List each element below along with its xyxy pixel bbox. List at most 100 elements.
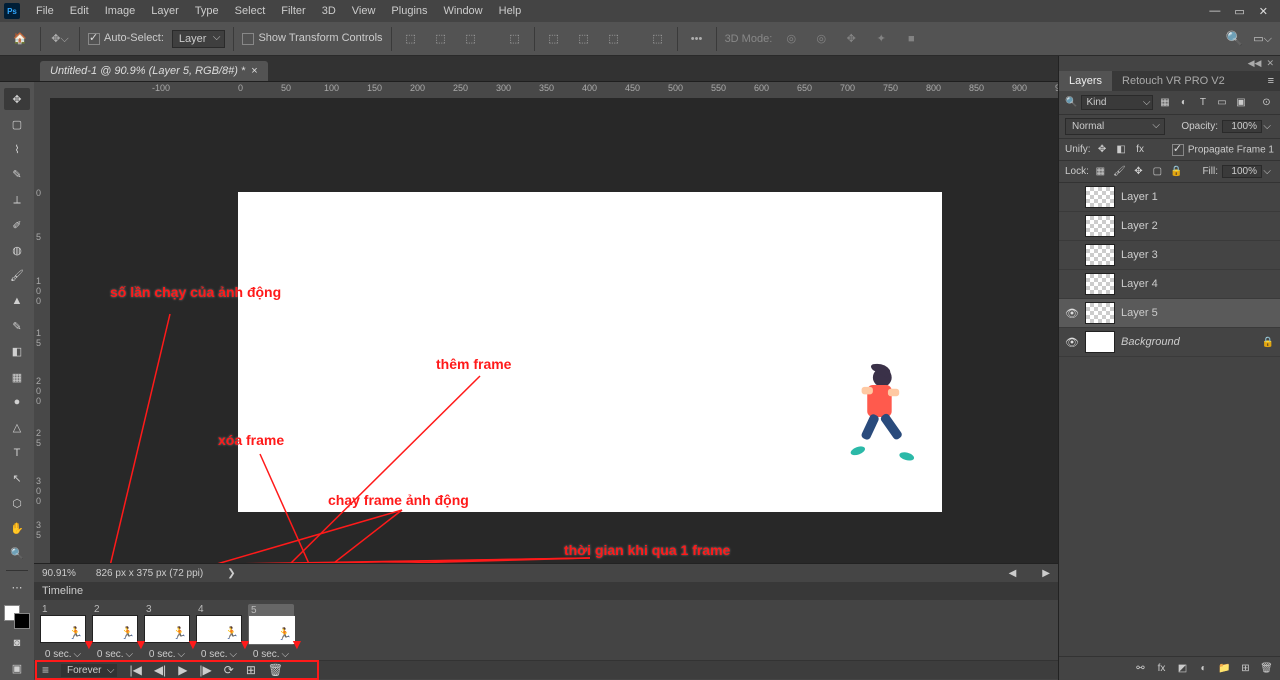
layer-thumb[interactable] <box>1085 302 1115 324</box>
dodge-tool[interactable]: ● <box>4 391 30 413</box>
timeline-frame[interactable]: 5🏃 <box>248 604 294 645</box>
align-right-icon[interactable]: ⬚ <box>460 28 482 50</box>
lock-image-icon[interactable]: 🖌 <box>1112 164 1127 179</box>
next-frame-button[interactable]: |▶ <box>199 663 211 677</box>
scroll-right-icon[interactable]: ▶ <box>1042 568 1050 579</box>
quick-select-tool[interactable]: ✎ <box>4 164 30 186</box>
marquee-tool[interactable]: ▢ <box>4 113 30 135</box>
crop-tool[interactable]: ⟂ <box>4 189 30 211</box>
workspace-switcher-icon[interactable]: ▭⌵ <box>1253 32 1272 46</box>
screen-mode-icon[interactable]: ▣ <box>4 658 30 680</box>
close-tab-icon[interactable]: × <box>251 65 257 77</box>
shape-tool[interactable]: ⬡ <box>4 492 30 514</box>
layer-row[interactable]: 👁 Layer 5 <box>1059 299 1280 328</box>
move-tool-icon[interactable]: ✥⌵ <box>49 28 71 50</box>
distribute-spacing-icon[interactable]: ⬚ <box>603 28 625 50</box>
collapse-panels-icon[interactable]: ◀◀ <box>1248 58 1262 68</box>
canvas-viewport[interactable]: số lần chạy của ảnh động xóa frame thêm … <box>50 98 1058 563</box>
filter-shape-icon[interactable]: ▭ <box>1214 95 1229 110</box>
layer-row[interactable]: Layer 1 <box>1059 183 1280 212</box>
timeline-frame[interactable]: 1🏃 <box>40 604 86 645</box>
distribute-v-icon[interactable]: ⬚ <box>543 28 565 50</box>
layer-thumb[interactable] <box>1085 273 1115 295</box>
link-layers-icon[interactable]: ⚯ <box>1133 661 1148 676</box>
layer-fx-icon[interactable]: fx <box>1154 661 1169 676</box>
layer-thumb[interactable] <box>1085 244 1115 266</box>
retouch-tab[interactable]: Retouch VR PRO V2 <box>1112 71 1235 91</box>
brush-tool[interactable]: 🖌 <box>4 265 30 287</box>
menu-edit[interactable]: Edit <box>62 2 97 20</box>
minimize-button[interactable]: — <box>1209 5 1220 18</box>
align-top-icon[interactable]: ⬚ <box>504 28 526 50</box>
pen-tool[interactable]: △ <box>4 416 30 438</box>
layer-group-icon[interactable]: 📁 <box>1217 661 1232 676</box>
ruler-horizontal[interactable]: -100050100150200250300350400450500550600… <box>34 82 1058 98</box>
menu-help[interactable]: Help <box>491 2 530 20</box>
filter-type-icon[interactable]: T <box>1195 95 1210 110</box>
align-center-h-icon[interactable]: ⬚ <box>430 28 452 50</box>
filter-adjust-icon[interactable]: ◐ <box>1176 95 1191 110</box>
layer-row[interactable]: Layer 4 <box>1059 270 1280 299</box>
status-menu-icon[interactable]: ❯ <box>227 568 235 579</box>
color-swatches[interactable] <box>4 605 30 629</box>
history-brush-tool[interactable]: ✎ <box>4 315 30 337</box>
menu-filter[interactable]: Filter <box>273 2 313 20</box>
layer-mask-icon[interactable]: ◩ <box>1175 661 1190 676</box>
frame-delay-dropdown[interactable]: 0 sec. <box>248 649 294 660</box>
timeline-frame[interactable]: 4🏃 <box>196 604 242 645</box>
propagate-check[interactable]: Propagate Frame 1 <box>1172 144 1274 156</box>
prev-frame-button[interactable]: ◀| <box>154 663 166 677</box>
lasso-tool[interactable]: ⌇ <box>4 139 30 161</box>
auto-select-check[interactable]: Auto-Select: <box>88 32 164 44</box>
filter-pixel-icon[interactable]: ▦ <box>1157 95 1172 110</box>
unify-style-icon[interactable]: fx <box>1133 142 1148 157</box>
auto-select-target[interactable]: Layer <box>172 30 226 48</box>
filter-kind-dropdown[interactable]: Kind <box>1081 95 1153 110</box>
quick-mask-icon[interactable]: ◙ <box>4 632 30 654</box>
show-transform-check[interactable]: Show Transform Controls <box>242 32 382 44</box>
panel-menu-icon[interactable]: ≡ <box>1262 71 1280 91</box>
loop-dropdown[interactable]: Forever <box>61 664 117 677</box>
visibility-toggle[interactable]: 👁 <box>1065 336 1079 349</box>
ruler-vertical[interactable]: 05100 15200 25300 35 <box>34 98 50 563</box>
scroll-left-icon[interactable]: ◀ <box>1009 568 1017 579</box>
lock-all-icon[interactable]: 🔒 <box>1169 164 1184 179</box>
adjustment-layer-icon[interactable]: ◐ <box>1196 661 1211 676</box>
hand-tool[interactable]: ✋ <box>4 518 30 540</box>
lock-position-icon[interactable]: ✥ <box>1131 164 1146 179</box>
maximize-button[interactable]: ▭ <box>1234 5 1244 18</box>
menu-plugins[interactable]: Plugins <box>383 2 435 20</box>
timeline-frame[interactable]: 3🏃 <box>144 604 190 645</box>
move-tool[interactable]: ✥ <box>4 88 30 110</box>
filter-smart-icon[interactable]: ▣ <box>1233 95 1248 110</box>
delete-frame-button[interactable]: 🗑 <box>268 663 283 677</box>
delete-layer-icon[interactable]: 🗑 <box>1259 661 1274 676</box>
first-frame-button[interactable]: |◀ <box>129 663 141 677</box>
timeline-frame[interactable]: 2🏃 <box>92 604 138 645</box>
zoom-tool[interactable]: 🔍 <box>4 543 30 565</box>
distribute-h-icon[interactable]: ⬚ <box>573 28 595 50</box>
layer-row[interactable]: Layer 2 <box>1059 212 1280 241</box>
more-options-icon[interactable]: ••• <box>686 28 708 50</box>
frame-delay-dropdown[interactable]: 0 sec. <box>40 649 86 660</box>
close-panels-icon[interactable]: ✕ <box>1266 58 1274 68</box>
opacity-value[interactable]: 100% <box>1222 120 1262 133</box>
menu-layer[interactable]: Layer <box>143 2 187 20</box>
play-button[interactable]: ▶ <box>178 663 187 677</box>
menu-view[interactable]: View <box>344 2 384 20</box>
layer-thumb[interactable] <box>1085 186 1115 208</box>
layer-row[interactable]: Layer 3 <box>1059 241 1280 270</box>
layer-thumb[interactable] <box>1085 331 1115 353</box>
document-tab[interactable]: Untitled-1 @ 90.9% (Layer 5, RGB/8#) * × <box>40 61 268 81</box>
unify-visibility-icon[interactable]: ◧ <box>1114 142 1129 157</box>
home-button[interactable]: 🏠 <box>8 27 32 51</box>
eraser-tool[interactable]: ◧ <box>4 341 30 363</box>
menu-select[interactable]: Select <box>227 2 274 20</box>
frame-delay-dropdown[interactable]: 0 sec. <box>196 649 242 660</box>
menu-image[interactable]: Image <box>97 2 144 20</box>
layers-tab[interactable]: Layers <box>1059 71 1112 91</box>
new-frame-button[interactable]: ⊞ <box>246 663 256 677</box>
frame-delay-dropdown[interactable]: 0 sec. <box>144 649 190 660</box>
stamp-tool[interactable]: ▲ <box>4 290 30 312</box>
menu-window[interactable]: Window <box>436 2 491 20</box>
